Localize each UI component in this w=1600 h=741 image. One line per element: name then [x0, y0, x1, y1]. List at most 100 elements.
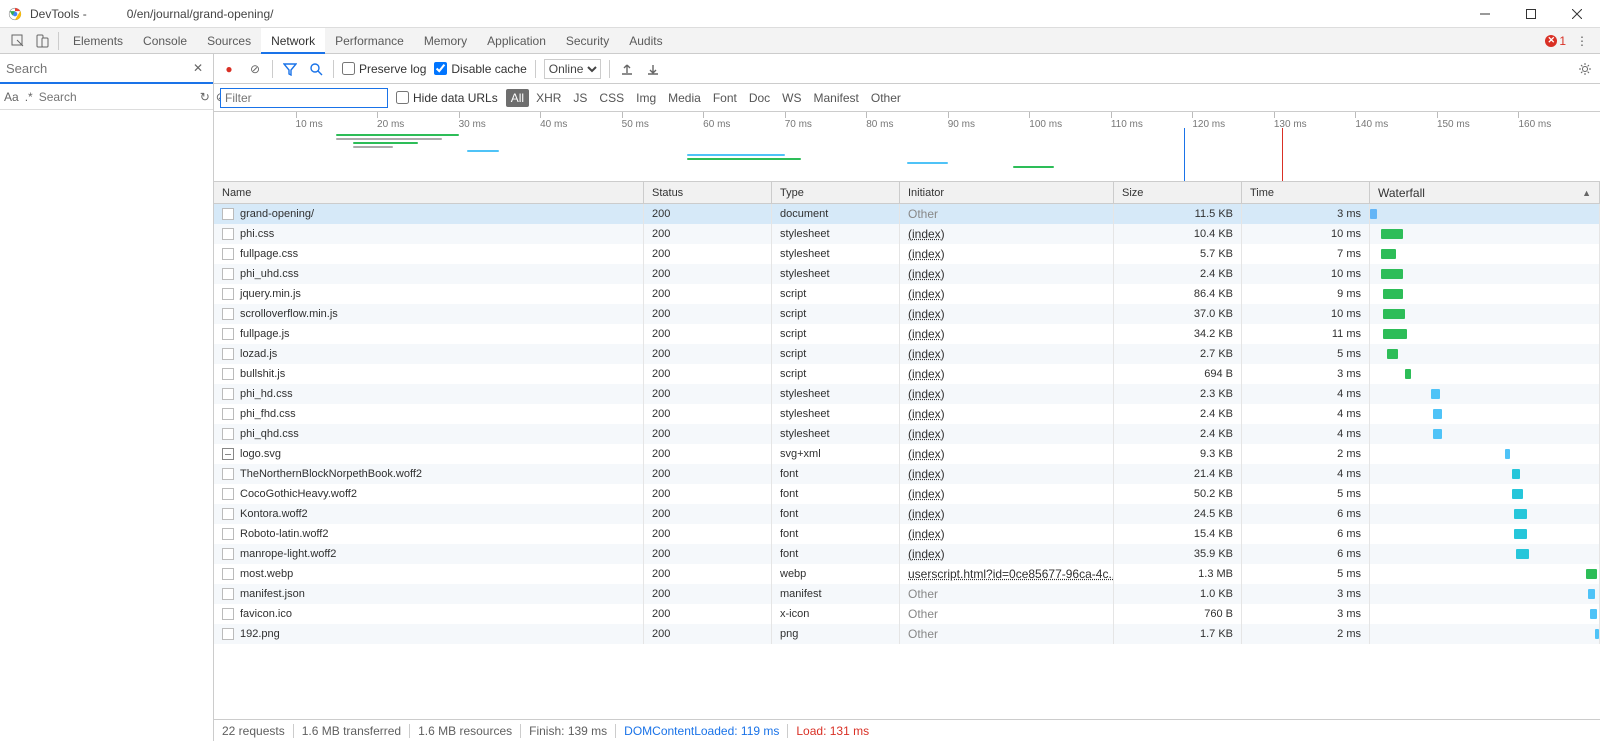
cell-initiator[interactable]: (index) [900, 224, 1114, 244]
filter-icon[interactable] [281, 60, 299, 78]
cell-initiator[interactable]: (index) [900, 464, 1114, 484]
filter-type-manifest[interactable]: Manifest [809, 89, 864, 107]
col-name[interactable]: Name [214, 182, 644, 203]
filter-type-media[interactable]: Media [663, 89, 706, 107]
cell-initiator[interactable]: (index) [900, 404, 1114, 424]
request-row[interactable]: lozad.js200script(index)2.7 KB5 ms [214, 344, 1600, 364]
device-icon[interactable] [33, 32, 51, 50]
cell-initiator[interactable]: (index) [900, 544, 1114, 564]
kebab-icon[interactable]: ⋮ [1573, 32, 1591, 50]
regex-icon[interactable]: .* [25, 90, 33, 104]
col-waterfall[interactable]: Waterfall▲ [1370, 182, 1600, 203]
minimize-button[interactable] [1462, 0, 1508, 28]
request-row[interactable]: phi.css200stylesheet(index)10.4 KB10 ms [214, 224, 1600, 244]
filter-input[interactable] [220, 88, 388, 108]
request-row[interactable]: favicon.ico200x-iconOther760 B3 ms [214, 604, 1600, 624]
search-icon[interactable] [307, 60, 325, 78]
request-row[interactable]: phi_hd.css200stylesheet(index)2.3 KB4 ms [214, 384, 1600, 404]
search-sub-input[interactable] [39, 90, 194, 104]
cell-initiator[interactable]: (index) [900, 264, 1114, 284]
tab-memory[interactable]: Memory [414, 28, 477, 54]
request-row[interactable]: grand-opening/200documentOther11.5 KB3 m… [214, 204, 1600, 224]
col-status[interactable]: Status [644, 182, 772, 203]
tab-performance[interactable]: Performance [325, 28, 414, 54]
clear-icon[interactable]: ⊘ [246, 60, 264, 78]
cell-type: script [772, 344, 900, 364]
request-row[interactable]: phi_qhd.css200stylesheet(index)2.4 KB4 m… [214, 424, 1600, 444]
cell-initiator[interactable]: (index) [900, 344, 1114, 364]
cell-initiator[interactable]: (index) [900, 384, 1114, 404]
tab-console[interactable]: Console [133, 28, 197, 54]
request-row[interactable]: 192.png200pngOther1.7 KB2 ms [214, 624, 1600, 644]
col-time[interactable]: Time [1242, 182, 1370, 203]
request-row[interactable]: jquery.min.js200script(index)86.4 KB9 ms [214, 284, 1600, 304]
gear-icon[interactable] [1576, 60, 1594, 78]
clear-icon[interactable]: ✕ [189, 61, 207, 75]
cell-initiator[interactable]: (index) [900, 324, 1114, 344]
request-row[interactable]: manifest.json200manifestOther1.0 KB3 ms [214, 584, 1600, 604]
cell-waterfall [1370, 424, 1600, 444]
filter-type-ws[interactable]: WS [777, 89, 806, 107]
filter-type-other[interactable]: Other [866, 89, 906, 107]
request-row[interactable]: scrolloverflow.min.js200script(index)37.… [214, 304, 1600, 324]
request-row[interactable]: manrope-light.woff2200font(index)35.9 KB… [214, 544, 1600, 564]
tab-audits[interactable]: Audits [619, 28, 672, 54]
request-row[interactable]: TheNorthernBlockNorpethBook.woff2200font… [214, 464, 1600, 484]
preserve-log-checkbox[interactable]: Preserve log [342, 62, 426, 76]
cell-type: font [772, 544, 900, 564]
throttling-select[interactable]: Online [544, 59, 601, 79]
request-row[interactable]: phi_uhd.css200stylesheet(index)2.4 KB10 … [214, 264, 1600, 284]
cell-initiator[interactable]: userscript.html?id=0ce85677-96ca-4c... [900, 564, 1114, 584]
inspect-icon[interactable] [9, 32, 27, 50]
search-input[interactable] [6, 61, 189, 76]
match-case-icon[interactable]: Aa [4, 90, 19, 104]
tab-elements[interactable]: Elements [63, 28, 133, 54]
timeline-overview[interactable]: 10 ms20 ms30 ms40 ms50 ms60 ms70 ms80 ms… [214, 112, 1600, 182]
tab-sources[interactable]: Sources [197, 28, 261, 54]
request-row[interactable]: fullpage.js200script(index)34.2 KB11 ms [214, 324, 1600, 344]
filter-type-css[interactable]: CSS [594, 89, 629, 107]
maximize-button[interactable] [1508, 0, 1554, 28]
error-badge[interactable]: ✕1 [1545, 34, 1566, 48]
request-row[interactable]: most.webp200webpuserscript.html?id=0ce85… [214, 564, 1600, 584]
cell-status: 200 [644, 324, 772, 344]
cell-initiator[interactable]: (index) [900, 304, 1114, 324]
tab-security[interactable]: Security [556, 28, 619, 54]
request-row[interactable]: phi_fhd.css200stylesheet(index)2.4 KB4 m… [214, 404, 1600, 424]
col-type[interactable]: Type [772, 182, 900, 203]
filter-type-js[interactable]: JS [568, 89, 592, 107]
hide-data-urls-checkbox[interactable]: Hide data URLs [396, 91, 498, 105]
cell-initiator[interactable]: (index) [900, 244, 1114, 264]
cell-time: 9 ms [1242, 284, 1370, 304]
download-icon[interactable] [644, 60, 662, 78]
request-row[interactable]: CocoGothicHeavy.woff2200font(index)50.2 … [214, 484, 1600, 504]
request-row[interactable]: fullpage.css200stylesheet(index)5.7 KB7 … [214, 244, 1600, 264]
request-row[interactable]: bullshit.js200script(index)694 B3 ms [214, 364, 1600, 384]
cell-initiator[interactable]: (index) [900, 484, 1114, 504]
filter-type-img[interactable]: Img [631, 89, 661, 107]
cell-initiator[interactable]: (index) [900, 444, 1114, 464]
col-size[interactable]: Size [1114, 182, 1242, 203]
refresh-icon[interactable]: ↻ [200, 90, 210, 104]
request-row[interactable]: Kontora.woff2200font(index)24.5 KB6 ms [214, 504, 1600, 524]
request-row[interactable]: logo.svg200svg+xml(index)9.3 KB2 ms [214, 444, 1600, 464]
record-icon[interactable]: ● [220, 60, 238, 78]
filter-type-font[interactable]: Font [708, 89, 742, 107]
cell-initiator[interactable]: (index) [900, 504, 1114, 524]
tab-application[interactable]: Application [477, 28, 556, 54]
request-row[interactable]: Roboto-latin.woff2200font(index)15.4 KB6… [214, 524, 1600, 544]
col-initiator[interactable]: Initiator [900, 182, 1114, 203]
cell-initiator[interactable]: (index) [900, 364, 1114, 384]
close-button[interactable] [1554, 0, 1600, 28]
cell-size: 11.5 KB [1114, 204, 1242, 224]
upload-icon[interactable] [618, 60, 636, 78]
filter-type-doc[interactable]: Doc [744, 89, 775, 107]
disable-cache-checkbox[interactable]: Disable cache [434, 62, 526, 76]
cell-initiator[interactable]: (index) [900, 524, 1114, 544]
cell-initiator[interactable]: (index) [900, 424, 1114, 444]
filter-type-xhr[interactable]: XHR [531, 89, 566, 107]
tab-network[interactable]: Network [261, 28, 325, 54]
cell-initiator[interactable]: (index) [900, 284, 1114, 304]
filter-type-all[interactable]: All [506, 89, 529, 107]
cell-status: 200 [644, 344, 772, 364]
